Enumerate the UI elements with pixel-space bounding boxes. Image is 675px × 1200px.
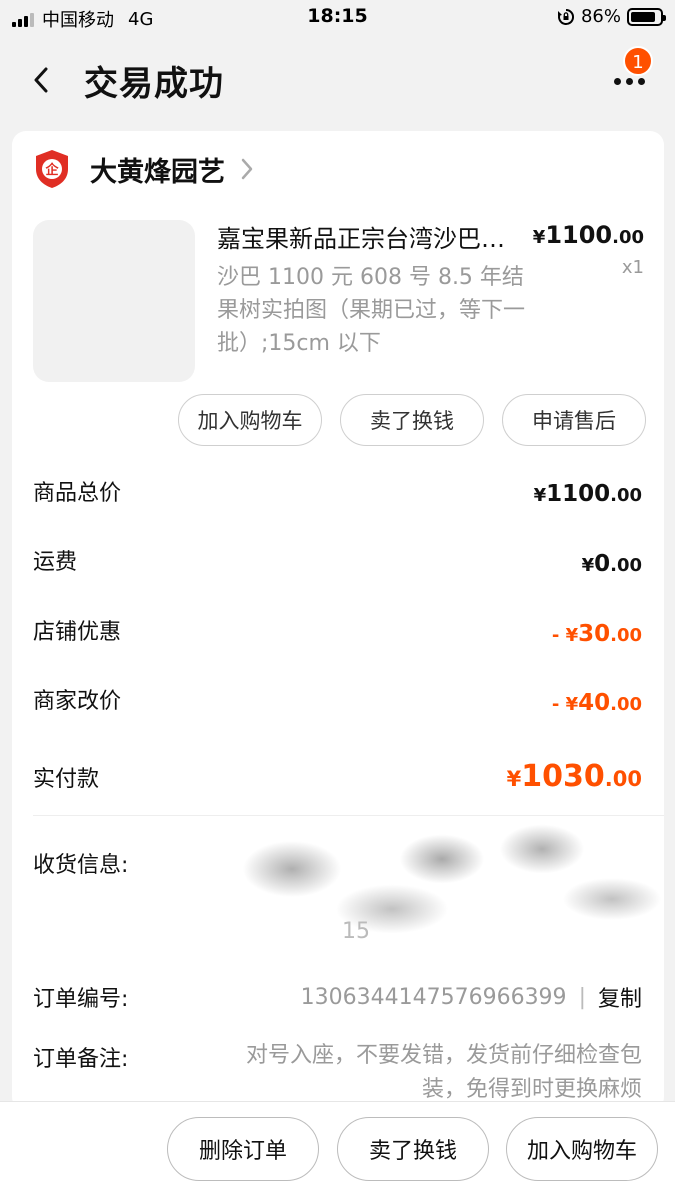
shipping-fee-amount: ¥0.00	[582, 551, 642, 577]
amount-dec: .00	[610, 625, 642, 646]
shop-header[interactable]: 企 大黄烽园艺	[34, 149, 253, 189]
amount-symbol: - ¥	[551, 694, 579, 715]
order-remark: 对号入座，不要发错，发货前仔细检查包装，免得到时更换麻烦	[245, 1043, 642, 1102]
nav-bar: 交易成功 1	[0, 36, 675, 126]
amount-dec: .00	[610, 694, 642, 715]
after-sale-button[interactable]: 申请售后	[502, 394, 646, 446]
rotation-lock-icon	[557, 8, 574, 25]
page-title: 交易成功	[84, 64, 224, 104]
battery-level	[631, 11, 656, 22]
amount-symbol: ¥	[533, 485, 547, 506]
amount-int: 1030	[521, 759, 605, 794]
price-change-label: 商家改价	[33, 689, 122, 714]
divider	[33, 815, 664, 816]
order-remark-label: 订单备注:	[33, 1047, 129, 1072]
redacted-address-fragment: 15	[342, 919, 370, 944]
chevron-left-icon	[34, 67, 48, 93]
order-number: 1306344147576966399 | 复制	[301, 981, 642, 1013]
status-bar-right: 86%	[557, 6, 666, 27]
chevron-right-icon	[241, 158, 253, 180]
add-to-cart-button-bottom[interactable]: 加入购物车	[506, 1117, 658, 1181]
amount-int: 0	[594, 551, 611, 577]
add-to-cart-button[interactable]: 加入购物车	[178, 394, 322, 446]
shipping-info-label: 收货信息:	[33, 853, 129, 878]
product-title[interactable]: 嘉宝果新品正宗台湾沙巴…	[217, 219, 537, 254]
sell-button[interactable]: 卖了换钱	[340, 394, 484, 446]
shop-discount-label: 店铺优惠	[33, 620, 122, 645]
goods-total-amount: ¥1100.00	[534, 481, 642, 507]
shipping-fee-label: 运费	[33, 550, 78, 575]
shop-badge-text: 企	[44, 162, 59, 178]
order-card: 企 大黄烽园艺 嘉宝果新品正宗台湾沙巴… 沙巴 1100 元 608 号 8.5…	[12, 131, 664, 1111]
order-number-value: 1306344147576966399	[300, 984, 567, 1010]
order-number-label: 订单编号:	[33, 987, 129, 1012]
amount-int: 40	[578, 690, 611, 716]
product-price: ¥1100.00	[533, 221, 644, 249]
shop-name: 大黄烽园艺	[90, 156, 225, 188]
delete-order-button[interactable]: 删除订单	[167, 1117, 319, 1181]
paid-amount: ¥1030.00	[507, 759, 642, 794]
goods-total-label: 商品总价	[33, 481, 122, 506]
copy-button[interactable]: 复制	[598, 981, 642, 1013]
amount-int: 1100	[546, 481, 611, 507]
amount-dec: .00	[610, 555, 642, 576]
amount-int: 30	[578, 621, 611, 647]
amount-symbol: ¥	[506, 767, 522, 791]
shop-badge-icon: 企	[36, 150, 68, 188]
sell-button-bottom[interactable]: 卖了换钱	[337, 1117, 489, 1181]
amount-dec: .00	[604, 767, 642, 791]
bottom-action-bar: 删除订单 卖了换钱 加入购物车	[0, 1101, 675, 1200]
amount-dec: .00	[610, 485, 642, 506]
separator: |	[578, 984, 586, 1010]
back-button[interactable]	[26, 62, 56, 98]
more-dot	[625, 77, 633, 85]
more-dot	[637, 77, 645, 85]
more-dots-icon	[613, 77, 621, 85]
amount-symbol: ¥	[581, 555, 595, 576]
amount-symbol: - ¥	[551, 625, 579, 646]
notification-badge: 1	[623, 46, 653, 76]
product-thumbnail[interactable]	[33, 220, 195, 382]
price-change-amount: - ¥40.00	[552, 690, 642, 716]
paid-label: 实付款	[33, 767, 100, 792]
shop-discount-amount: - ¥30.00	[552, 621, 642, 647]
price-dec: .00	[612, 227, 644, 248]
product-description: 沙巴 1100 元 608 号 8.5 年结果树实拍图（果期已过，等下一批）;1…	[217, 265, 526, 356]
product-quantity: x1	[621, 257, 644, 278]
redacted-address	[212, 819, 664, 949]
battery-percent: 86%	[580, 6, 621, 27]
status-bar: 中国移动 4G 18:15 86%	[0, 0, 675, 36]
battery-icon	[627, 7, 666, 26]
price-int: 1100	[545, 221, 613, 249]
price-symbol: ¥	[532, 227, 546, 248]
